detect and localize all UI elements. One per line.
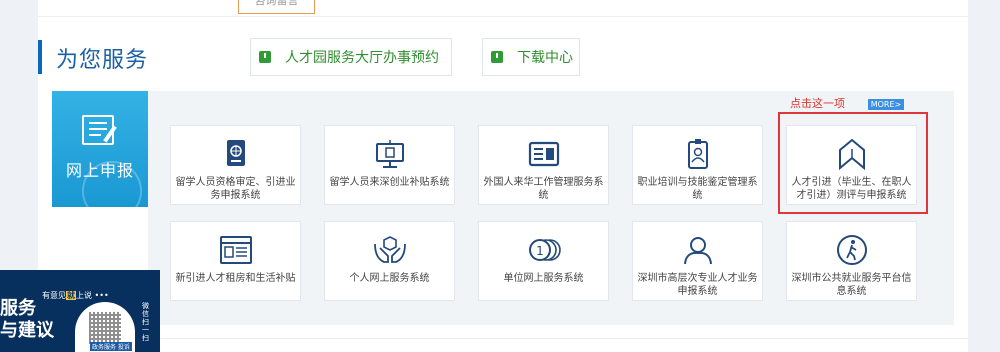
feedback-qr-popup[interactable]: 有意见就上说 ••• 服务 与建议 政务服务 投诉 微信扫一扫 bbox=[0, 270, 160, 352]
tile-overseas-qualification[interactable]: 留学人员资格审定、引进业务申报系统 bbox=[170, 125, 301, 205]
walking-person-icon bbox=[836, 235, 867, 265]
download-center-button[interactable]: 下载中心 bbox=[482, 38, 580, 76]
tile-vocational-training[interactable]: 职业培训与技能鉴定管理系统 bbox=[632, 125, 763, 205]
passport-icon bbox=[226, 140, 245, 166]
hands-box-icon bbox=[373, 236, 406, 263]
section-accent-bar bbox=[38, 40, 42, 74]
annotation-highlight-box bbox=[778, 112, 928, 214]
tile-housing-subsidy[interactable]: 新引进人才租房和生活补贴 bbox=[170, 221, 301, 301]
tile-public-employment[interactable]: 深圳市公共就业服务平台信息系统 bbox=[786, 221, 917, 301]
chat-icon bbox=[491, 51, 503, 63]
tile-label: 职业培训与技能鉴定管理系统 bbox=[637, 177, 758, 201]
id-card-icon bbox=[528, 141, 559, 167]
qr-side-text: 微信扫一扫 bbox=[142, 302, 149, 342]
monitor-icon bbox=[375, 140, 404, 168]
online-application-card[interactable]: 网上申报 bbox=[52, 91, 148, 207]
tile-foreigner-work[interactable]: 外国人来华工作管理服务系统 bbox=[478, 125, 609, 205]
section-title: 为您服务 bbox=[56, 48, 149, 73]
person-icon bbox=[683, 237, 712, 265]
tile-label: 个人网上服务系统 bbox=[349, 273, 430, 284]
appointment-button[interactable]: 人才园服务大厅办事预约 bbox=[250, 38, 452, 76]
qr-title: 服务 与建议 bbox=[0, 298, 54, 341]
more-link[interactable]: MORE> bbox=[868, 99, 904, 110]
qr-label: 政务服务 投诉 bbox=[90, 342, 132, 351]
top-strip: 咨询留言 bbox=[38, 0, 968, 17]
tile-label: 单位网上服务系统 bbox=[503, 273, 584, 284]
tile-high-level-talent[interactable]: 深圳市高层次专业人才业务申报系统 bbox=[632, 221, 763, 301]
tile-label: 深圳市公共就业服务平台信息系统 bbox=[791, 273, 912, 297]
tile-personal-service[interactable]: 个人网上服务系统 bbox=[324, 221, 455, 301]
tile-overseas-startup-subsidy[interactable]: 留学人员来深创业补贴系统 bbox=[324, 125, 455, 205]
svg-text:1: 1 bbox=[536, 244, 544, 258]
coins-icon: 1 bbox=[528, 239, 561, 261]
appointment-label: 人才园服务大厅办事预约 bbox=[285, 50, 439, 66]
tile-label: 外国人来华工作管理服务系统 bbox=[483, 177, 604, 201]
bottom-strip bbox=[38, 338, 968, 352]
top-tab[interactable]: 咨询留言 bbox=[238, 0, 315, 14]
download-center-label: 下载中心 bbox=[517, 50, 573, 66]
card-label: 网上申报 bbox=[65, 161, 134, 180]
tile-label: 深圳市高层次专业人才业务申报系统 bbox=[637, 273, 758, 297]
chat-icon bbox=[259, 51, 271, 63]
badge-icon bbox=[687, 139, 708, 169]
tile-label: 留学人员资格审定、引进业务申报系统 bbox=[175, 177, 296, 201]
tile-label: 留学人员来深创业补贴系统 bbox=[329, 177, 450, 188]
tile-unit-service[interactable]: 1 单位网上服务系统 bbox=[478, 221, 609, 301]
annotation-text: 点击这一项 bbox=[790, 97, 845, 110]
tile-label: 新引进人才租房和生活补贴 bbox=[175, 273, 296, 284]
document-list-icon bbox=[219, 236, 252, 264]
